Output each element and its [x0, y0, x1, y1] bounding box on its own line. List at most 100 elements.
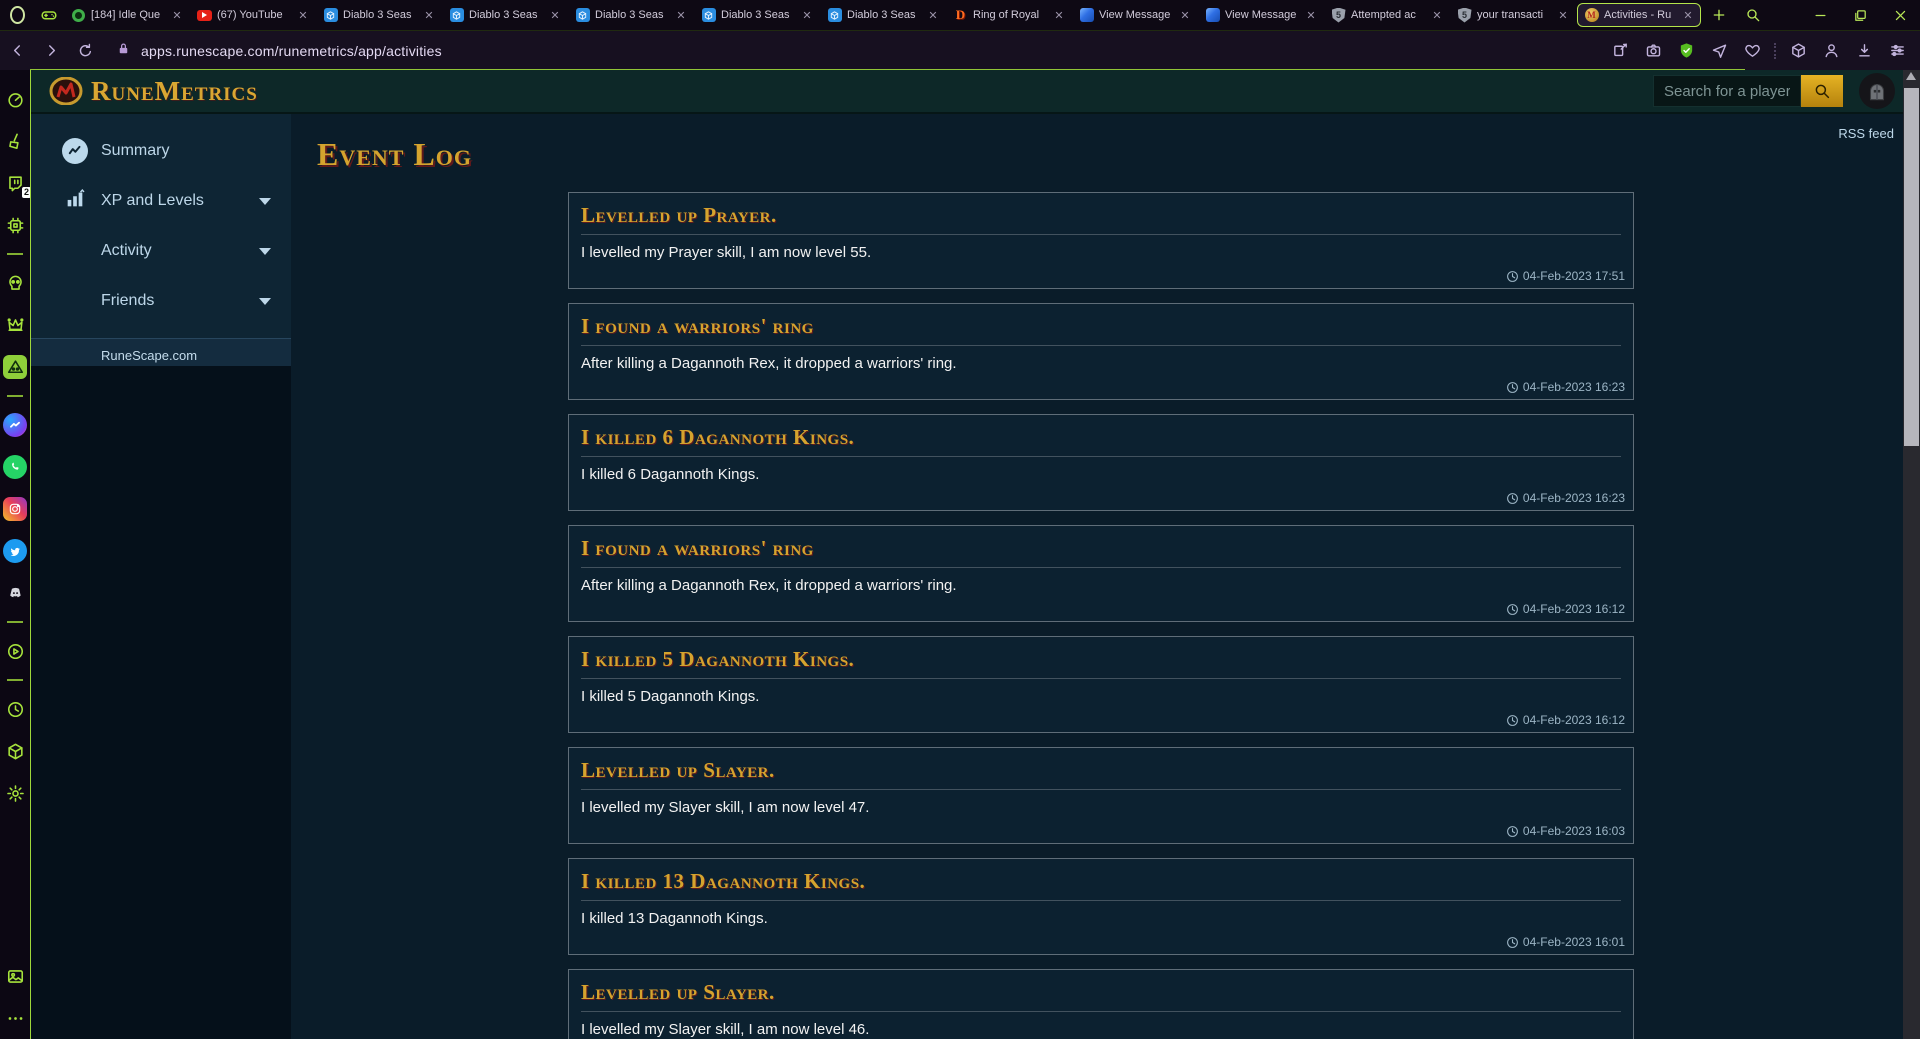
gx-sidebar-divider	[7, 253, 23, 255]
chevron-down-icon[interactable]	[259, 297, 271, 305]
snapshot-camera-icon[interactable]	[1640, 42, 1666, 59]
reload-button[interactable]	[68, 42, 102, 59]
browser-tab-active[interactable]: M Activities - Ru ✕	[1577, 3, 1701, 27]
event-title: Levelled up Slayer.	[581, 980, 775, 1004]
event-description: I levelled my Prayer skill, I am now lev…	[581, 244, 872, 261]
chevron-down-icon[interactable]	[259, 197, 271, 205]
event-timestamp: 04-Feb-2023 16:01	[1506, 935, 1625, 949]
url-field[interactable]: apps.runescape.com/runemetrics/app/activ…	[116, 41, 1607, 61]
event-title: I killed 6 Dagannoth Kings.	[581, 425, 855, 449]
event-divider	[581, 678, 1621, 679]
browser-tab[interactable]: (67) YouTube ✕	[191, 3, 315, 27]
gx-corner-speedometer-icon[interactable]	[3, 87, 27, 111]
event-timestamp: 04-Feb-2023 16:23	[1506, 380, 1625, 394]
new-tab-button[interactable]	[1702, 7, 1736, 23]
browser-tab[interactable]: View Message ✕	[1199, 3, 1323, 27]
timestamp-text: 04-Feb-2023 16:23	[1522, 491, 1625, 505]
tab-label: View Message	[1099, 9, 1171, 21]
player-avatar[interactable]	[1859, 73, 1895, 109]
adblock-shield-icon[interactable]	[1673, 42, 1699, 59]
minimize-button[interactable]	[1800, 0, 1840, 30]
browser-tab[interactable]: Diablo 3 Seas ✕	[443, 3, 567, 27]
tab-close-icon[interactable]: ✕	[1179, 9, 1191, 22]
chevron-down-icon[interactable]	[259, 247, 271, 255]
tab-close-icon[interactable]: ✕	[1431, 9, 1443, 22]
tab-close-icon[interactable]: ✕	[1305, 9, 1317, 22]
clock-icon	[1506, 270, 1519, 283]
cleaner-broom-icon[interactable]	[3, 129, 27, 153]
browser-tab[interactable]: 5 your transacti ✕	[1451, 3, 1575, 27]
profile-person-icon[interactable]	[1818, 42, 1844, 59]
tab-close-icon[interactable]: ✕	[297, 9, 309, 22]
tune-sliders-icon[interactable]	[1884, 42, 1910, 59]
tab-close-icon[interactable]: ✕	[171, 9, 183, 22]
address-bar: apps.runescape.com/runemetrics/app/activ…	[0, 30, 1920, 70]
search-button[interactable]	[1801, 75, 1843, 107]
forward-button[interactable]	[34, 42, 68, 59]
instagram-icon[interactable]	[3, 497, 27, 521]
tab-search-button[interactable]	[1736, 7, 1770, 23]
crown-icon[interactable]	[3, 313, 27, 337]
tab-close-icon[interactable]: ✕	[1557, 9, 1569, 22]
highlight-edit-icon[interactable]	[1607, 42, 1633, 59]
browser-tab[interactable]: 5 Attempted ac ✕	[1325, 3, 1449, 27]
browser-tab[interactable]: D Ring of Royal ✕	[947, 3, 1071, 27]
aria-mascot-icon[interactable]	[3, 355, 27, 379]
flow-send-icon[interactable]	[1706, 42, 1732, 59]
player-search-input[interactable]	[1653, 75, 1801, 107]
tab-close-icon[interactable]: ✕	[549, 9, 561, 22]
gx-corner-button[interactable]	[34, 6, 64, 24]
clock-icon	[1506, 825, 1519, 838]
more-dots-icon[interactable]	[3, 1006, 27, 1030]
whatsapp-icon[interactable]	[3, 455, 27, 479]
downloads-arrow-icon[interactable]	[1851, 42, 1877, 59]
shield-badge: 5	[1457, 7, 1472, 23]
browser-tab[interactable]: Diablo 3 Seas ✕	[317, 3, 441, 27]
gx-sidebar-divider	[7, 679, 23, 681]
favorites-heart-icon[interactable]	[1739, 42, 1765, 59]
discord-icon[interactable]	[3, 581, 27, 605]
hot-tabs-cpu-icon[interactable]	[3, 213, 27, 237]
sidebar-item-friends[interactable]: Friends	[31, 276, 291, 326]
history-clock-icon[interactable]	[3, 697, 27, 721]
rss-feed-link[interactable]: RSS feed	[1838, 126, 1894, 141]
browser-tab[interactable]: Diablo 3 Seas ✕	[821, 3, 945, 27]
messenger-icon[interactable]	[3, 413, 27, 437]
event-divider	[581, 567, 1621, 568]
twitter-icon[interactable]	[3, 539, 27, 563]
browser-tab[interactable]: View Message ✕	[1073, 3, 1197, 27]
tab-list: [184] Idle Que ✕ (67) YouTube ✕ Diablo 3 Sea…	[64, 0, 1702, 30]
sidebar-item-summary[interactable]: Summary	[31, 126, 291, 176]
force-quit-skull-icon[interactable]	[3, 271, 27, 295]
event-timestamp: 04-Feb-2023 17:51	[1506, 269, 1625, 283]
page-scrollbar[interactable]	[1903, 70, 1920, 1039]
maximize-button[interactable]	[1840, 0, 1880, 30]
url-text[interactable]: apps.runescape.com/runemetrics/app/activ…	[141, 43, 442, 59]
back-button[interactable]	[0, 42, 34, 59]
wallet-cube-icon[interactable]	[1785, 42, 1811, 59]
tab-close-icon[interactable]: ✕	[801, 9, 813, 22]
tab-close-icon[interactable]: ✕	[1053, 9, 1065, 22]
sidebar-item-xp-and-levels[interactable]: XP and Levels	[31, 176, 291, 226]
tab-label: Diablo 3 Seas	[469, 9, 538, 21]
tab-close-icon[interactable]: ✕	[927, 9, 939, 22]
tab-close-icon[interactable]: ✕	[675, 9, 687, 22]
opera-menu-button[interactable]	[0, 6, 34, 24]
lock-icon[interactable]	[116, 41, 131, 61]
event-card: I killed 5 Dagannoth Kings. I killed 5 Da…	[568, 636, 1634, 733]
browser-tab[interactable]: [184] Idle Que ✕	[65, 3, 189, 27]
twitch-icon[interactable]: 2	[3, 171, 31, 198]
close-window-button[interactable]	[1880, 0, 1920, 30]
tab-close-icon[interactable]: ✕	[1682, 9, 1694, 22]
browser-tab[interactable]: Diablo 3 Seas ✕	[569, 3, 693, 27]
browser-tab[interactable]: Diablo 3 Seas ✕	[695, 3, 819, 27]
scrollbar-thumb[interactable]	[1904, 88, 1919, 446]
player-play-icon[interactable]	[3, 639, 27, 663]
snapshot-image-icon[interactable]	[3, 964, 27, 988]
scroll-up-arrow[interactable]	[1906, 72, 1916, 80]
extensions-cube-icon[interactable]	[3, 739, 27, 763]
settings-gear-icon[interactable]	[3, 781, 27, 805]
sidebar-item-activity[interactable]: Activity	[31, 226, 291, 276]
diablo-favicon	[701, 8, 716, 23]
tab-close-icon[interactable]: ✕	[423, 9, 435, 22]
